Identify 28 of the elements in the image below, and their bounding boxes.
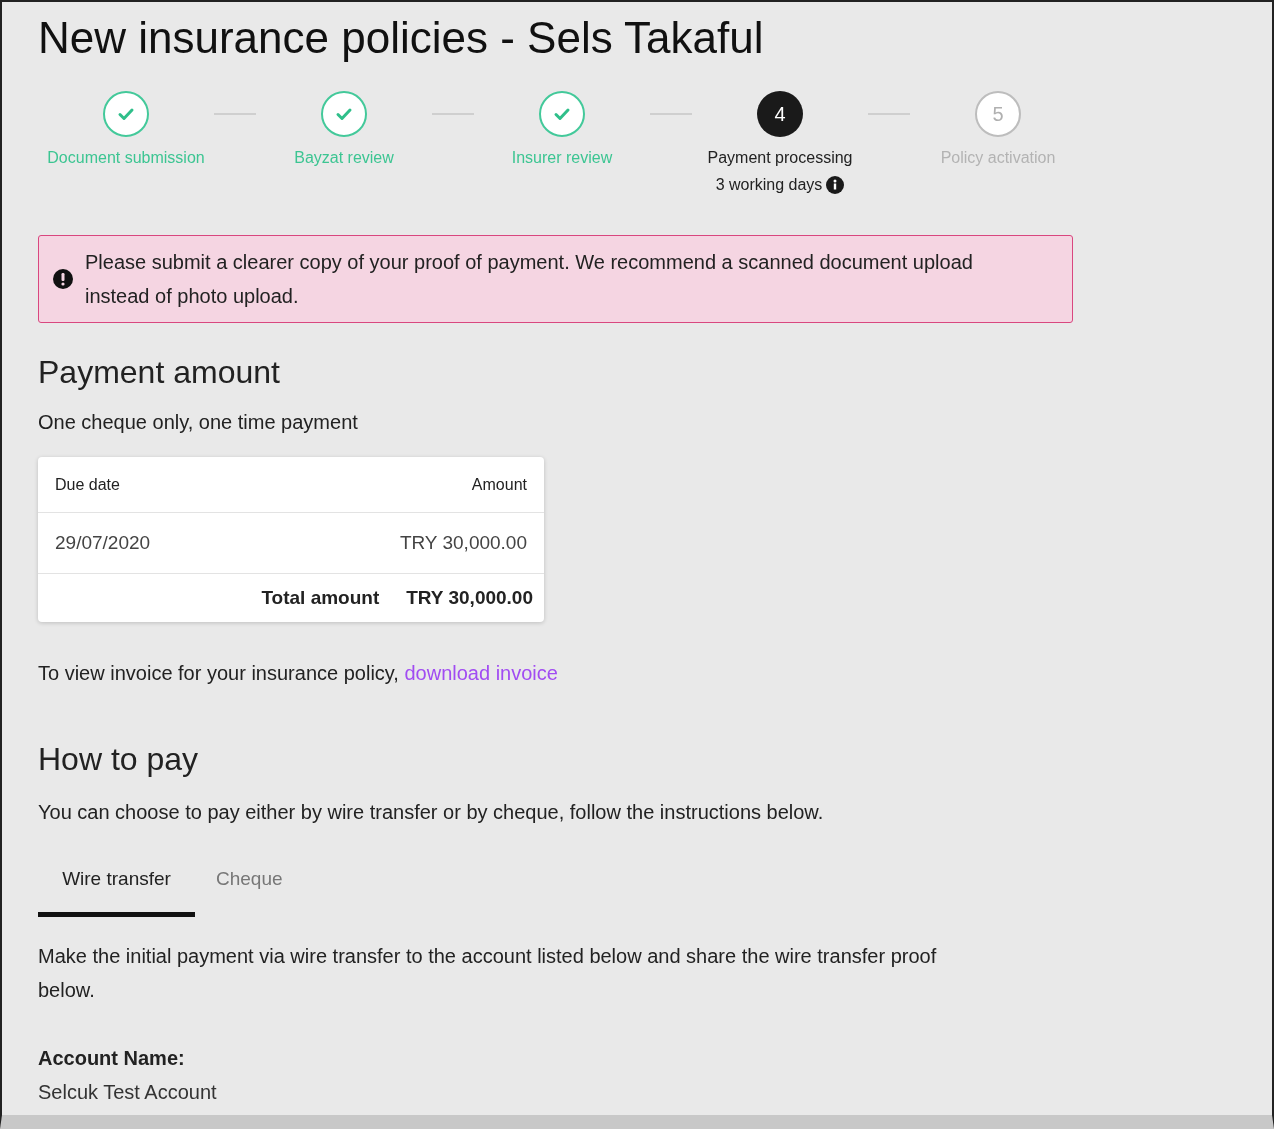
- total-value: TRY 30,000.00: [406, 585, 533, 610]
- step-label: Insurer review: [511, 147, 613, 168]
- section-intro: You can choose to pay either by wire transfer or by cheque, follow the instructions below.: [38, 799, 825, 825]
- account-label: Account Name:: [38, 1046, 186, 1072]
- section-heading: Payment amount: [38, 352, 281, 392]
- step-label: Payment processing: [707, 147, 853, 168]
- section-subtitle: One cheque only, one time payment: [38, 410, 359, 436]
- section-heading: How to pay: [38, 740, 200, 779]
- column-header: Amount: [471, 474, 527, 495]
- payment-tab[interactable]: Wire transfer: [38, 856, 195, 918]
- step-note: 3 working days: [715, 174, 823, 195]
- step-label: Bayzat review: [294, 147, 394, 168]
- step-number: 4: [757, 90, 803, 137]
- step-number: 5: [975, 90, 1021, 137]
- payment-tab[interactable]: Cheque: [195, 856, 304, 918]
- step-label: Document submission: [47, 147, 205, 168]
- table-cell-text: 29/07/2020: [55, 530, 151, 555]
- table-cell-text: TRY 30,000.00: [399, 530, 527, 555]
- alert-message: Please submit a clearer copy of your proof of payment. We recommend a scanned document upload instead of photo upload.: [85, 249, 974, 309]
- alert-icon: [53, 268, 73, 289]
- invoice-note: To view invoice for your insurance policy, download invoice: [38, 661, 559, 687]
- info-icon: [826, 175, 845, 194]
- instructions-text: Make the initial payment via wire transfer to the account listed below and share the wire transfer proof below.: [38, 944, 938, 1004]
- column-header: Due date: [55, 474, 120, 495]
- download-invoice-link[interactable]: download invoice: [404, 662, 558, 685]
- total-label: Total amount: [261, 585, 380, 610]
- page-title: New insurance policies - Sels Takaful: [38, 12, 765, 64]
- account-value: Selcuk Test Account: [38, 1080, 218, 1106]
